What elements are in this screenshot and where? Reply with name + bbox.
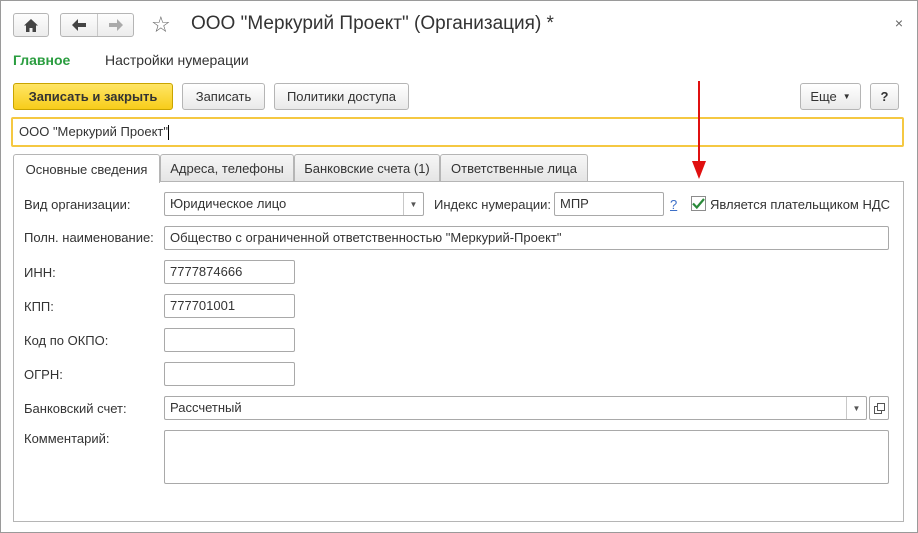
- dropdown-arrow-icon: ▼: [842, 92, 851, 101]
- organization-name-value: ООО "Меркурий Проект": [19, 124, 168, 139]
- annotation-arrow-icon: [692, 81, 706, 179]
- open-bank-account-button[interactable]: [869, 396, 889, 420]
- home-button[interactable]: [13, 13, 49, 37]
- save-and-close-button[interactable]: Записать и закрыть: [13, 83, 173, 110]
- tab-responsible-persons[interactable]: Ответственные лица: [440, 154, 588, 182]
- history-nav: [60, 13, 134, 37]
- form-window: ☆ ООО "Меркурий Проект" (Организация) * …: [0, 0, 918, 533]
- favorite-star-icon[interactable]: ☆: [151, 12, 171, 38]
- full-name-label: Полн. наименование:: [24, 230, 154, 245]
- org-type-label: Вид организации:: [24, 197, 131, 212]
- forward-button[interactable]: [97, 14, 133, 36]
- vat-payer-checkbox[interactable]: [691, 196, 706, 211]
- more-label: Еще: [810, 89, 837, 104]
- vat-payer-label[interactable]: Является плательщиком НДС: [710, 197, 890, 212]
- chevron-down-icon[interactable]: ▼: [403, 193, 423, 215]
- comment-label: Комментарий:: [24, 431, 110, 446]
- back-button[interactable]: [61, 14, 97, 36]
- home-icon: [24, 18, 38, 32]
- tab-bank-accounts[interactable]: Банковские счета (1): [294, 154, 440, 182]
- tab-main-info[interactable]: Основные сведения: [13, 154, 160, 183]
- bank-account-value: Рассчетный: [170, 400, 242, 415]
- bank-account-select[interactable]: Рассчетный ▼: [164, 396, 867, 420]
- organization-name-input[interactable]: ООО "Меркурий Проект": [11, 117, 904, 147]
- chevron-down-icon[interactable]: ▼: [846, 397, 866, 419]
- arrow-right-icon: [108, 19, 123, 31]
- org-type-value: Юридическое лицо: [170, 196, 287, 211]
- numbering-index-label: Индекс нумерации:: [434, 197, 552, 212]
- kpp-label: КПП:: [24, 299, 54, 314]
- ogrn-input[interactable]: [164, 362, 295, 386]
- numbering-help-link[interactable]: ?: [670, 197, 677, 212]
- okpo-input[interactable]: [164, 328, 295, 352]
- arrow-left-icon: [72, 19, 86, 31]
- org-type-select[interactable]: Юридическое лицо ▼: [164, 192, 424, 216]
- section-main[interactable]: Главное: [13, 52, 70, 68]
- ogrn-label: ОГРН:: [24, 367, 63, 382]
- inn-label: ИНН:: [24, 265, 56, 280]
- full-name-input[interactable]: Общество с ограниченной ответственностью…: [164, 226, 889, 250]
- more-menu-button[interactable]: Еще ▼: [800, 83, 861, 110]
- help-button[interactable]: ?: [870, 83, 899, 110]
- kpp-input[interactable]: 777701001: [164, 294, 295, 318]
- numbering-index-input[interactable]: МПР: [554, 192, 664, 216]
- checkmark-icon: [692, 198, 705, 209]
- comment-textarea[interactable]: [164, 430, 889, 484]
- window-title: ООО "Меркурий Проект" (Организация) *: [191, 13, 554, 34]
- bank-account-label: Банковский счет:: [24, 401, 127, 416]
- access-policies-button[interactable]: Политики доступа: [274, 83, 409, 110]
- tab-panel: Вид организации: Юридическое лицо ▼ Инде…: [13, 181, 904, 522]
- save-button[interactable]: Записать: [182, 83, 265, 110]
- close-icon[interactable]: ×: [895, 15, 903, 31]
- open-window-icon: [873, 402, 885, 414]
- text-caret: [168, 125, 169, 141]
- tab-addresses[interactable]: Адреса, телефоны: [160, 154, 294, 182]
- section-numbering-settings[interactable]: Настройки нумерации: [105, 52, 249, 68]
- inn-input[interactable]: 7777874666: [164, 260, 295, 284]
- okpo-label: Код по ОКПО:: [24, 333, 109, 348]
